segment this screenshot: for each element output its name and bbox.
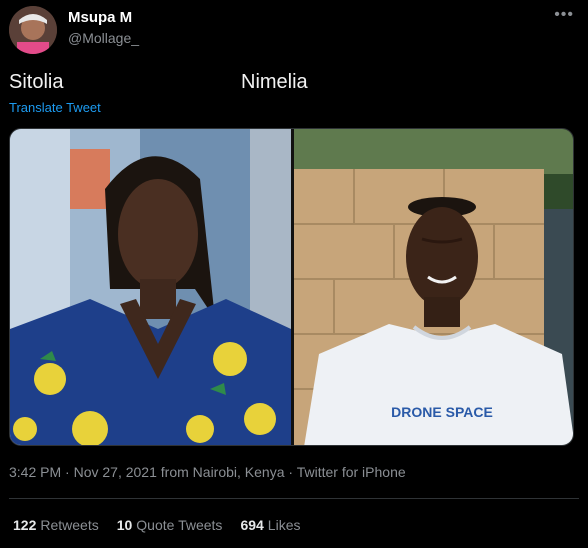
quote-tweets-stat[interactable]: 10 Quote Tweets xyxy=(117,517,223,533)
photo-right[interactable]: DRONE SPACE xyxy=(294,129,573,445)
tweet-location: from Nairobi, Kenya xyxy=(156,464,285,480)
likes-stat[interactable]: 694 Likes xyxy=(240,517,300,533)
user-name[interactable]: Msupa M xyxy=(68,9,132,26)
quote-tweets-label: Quote Tweets xyxy=(136,517,223,533)
more-options-icon[interactable]: ••• xyxy=(554,6,574,24)
tweet-time[interactable]: 3:42 PM xyxy=(9,464,61,480)
photo-left-image xyxy=(10,129,291,445)
meta-separator: · xyxy=(61,464,74,480)
retweets-label: Retweets xyxy=(40,517,99,533)
meta-separator: · xyxy=(284,464,297,480)
media-container[interactable]: DRONE SPACE xyxy=(9,128,574,446)
likes-label: Likes xyxy=(267,517,301,533)
photo-right-image: DRONE SPACE xyxy=(294,129,573,445)
tweet-text-left: Sitolia xyxy=(9,71,64,93)
tweet-meta: 3:42 PM · Nov 27, 2021 from Nairobi, Ken… xyxy=(9,464,406,480)
retweets-count: 122 xyxy=(13,517,37,533)
tweet-date[interactable]: Nov 27, 2021 xyxy=(74,464,157,480)
user-handle[interactable]: @Mollage_ xyxy=(68,30,139,46)
tweet-text-right: Nimelia xyxy=(241,71,308,93)
shirt-text: DRONE SPACE xyxy=(391,404,493,420)
quote-tweets-count: 10 xyxy=(116,517,133,533)
photo-left[interactable] xyxy=(10,129,291,445)
likes-count: 694 xyxy=(240,517,264,533)
profile-photo-icon xyxy=(9,6,57,54)
divider xyxy=(9,498,579,499)
avatar[interactable] xyxy=(9,6,57,54)
tweet-source[interactable]: Twitter for iPhone xyxy=(297,464,406,480)
retweets-stat[interactable]: 122 Retweets xyxy=(13,517,99,533)
translate-tweet-link[interactable]: Translate Tweet xyxy=(9,100,101,115)
engagement-stats: 122 Retweets 10 Quote Tweets 694 Likes xyxy=(13,517,300,533)
tweet-detail: Msupa M @Mollage_ ••• Sitolia Nimelia Tr… xyxy=(0,0,588,548)
